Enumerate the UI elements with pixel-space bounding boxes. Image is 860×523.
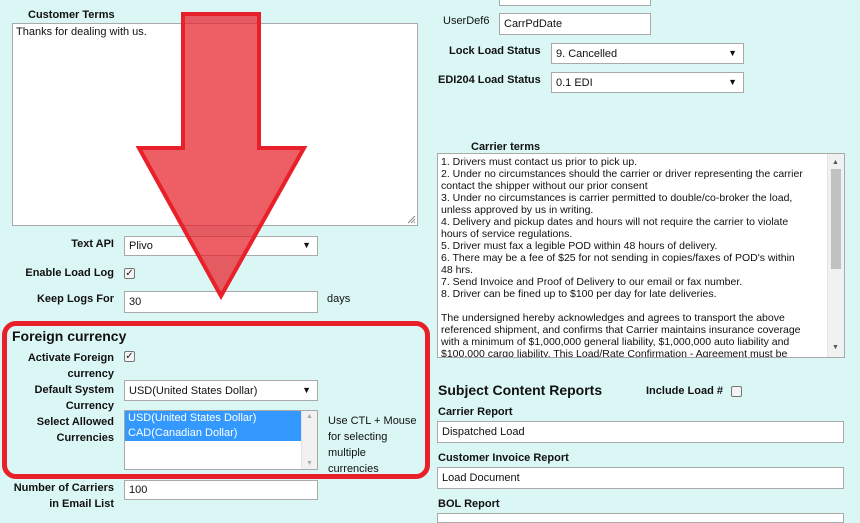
allowed-currencies-scrollbar[interactable]: ▲ ▼ <box>301 411 317 469</box>
carrier-terms-text: 1. Drivers must contact us prior to pick… <box>441 156 826 358</box>
default-system-currency-select[interactable]: USD(United States Dollar) ▼ <box>124 380 318 401</box>
include-load-label: Include Load # <box>646 385 724 397</box>
scroll-down-icon[interactable]: ▼ <box>832 342 839 354</box>
carrier-terms-line: contact the shipper without our prior co… <box>441 180 648 192</box>
lock-load-status-value: 9. Cancelled <box>556 48 618 60</box>
text-api-value: Plivo <box>129 240 153 252</box>
customer-terms-label: Customer Terms <box>28 9 115 21</box>
carrier-report-input[interactable]: Dispatched Load <box>437 421 844 443</box>
field-above-userdef6[interactable] <box>499 0 651 6</box>
enable-load-log-label: Enable Load Log <box>25 267 114 279</box>
currency-option-usd[interactable]: USD(United States Dollar) <box>125 411 301 426</box>
scrollbar-thumb[interactable] <box>831 169 841 269</box>
subject-content-reports-title: Subject Content Reports <box>438 382 603 398</box>
chevron-down-icon: ▼ <box>302 385 311 395</box>
currency-hint-text: Use CTL + Mouse for selecting multiple c… <box>328 415 417 475</box>
include-load-checkbox[interactable] <box>731 386 742 397</box>
edi204-load-status-select[interactable]: 0.1 EDI ▼ <box>551 72 744 93</box>
keep-logs-for-unit: days <box>327 293 351 305</box>
carrier-terms-line: referenced shipment, and confirms that C… <box>441 324 801 336</box>
carrier-terms-line: 3. Under no circumstances is carrier per… <box>441 192 793 204</box>
text-api-select[interactable]: Plivo ▼ <box>124 236 318 256</box>
text-api-label: Text API <box>71 238 114 250</box>
edi204-load-status-label: EDI204 Load Status <box>438 74 541 86</box>
carrier-report-label: Carrier Report <box>438 406 513 418</box>
carrier-terms-label: Carrier terms <box>471 141 541 153</box>
carrier-terms-line: 4. Delivery and pickup dates and hours w… <box>441 216 789 228</box>
carrier-terms-line: with a minimum of $1,000,000 general lia… <box>441 336 790 348</box>
select-allowed-currencies-label: Select Allowed Currencies <box>36 416 114 444</box>
keep-logs-for-input[interactable]: 30 <box>124 291 318 313</box>
carrier-terms-line: 2. Under no circumstances should the car… <box>441 168 803 180</box>
carrier-terms-line: 8. Driver can be fined up to $100 per da… <box>441 288 717 300</box>
default-system-currency-value: USD(United States Dollar) <box>129 385 258 397</box>
bol-report-input[interactable] <box>437 513 844 523</box>
carrier-terms-textarea[interactable]: 1. Drivers must contact us prior to pick… <box>437 153 845 358</box>
resize-grip-icon[interactable] <box>407 215 416 224</box>
carrier-terms-line: 1. Drivers must contact us prior to pick… <box>441 156 638 168</box>
chevron-down-icon: ▼ <box>728 77 737 87</box>
chevron-down-icon: ▼ <box>302 240 311 250</box>
carrier-terms-line: The undersigned hereby acknowledges and … <box>441 312 785 324</box>
keep-logs-for-label: Keep Logs For <box>36 293 114 305</box>
scroll-up-icon[interactable]: ▲ <box>832 157 839 169</box>
activate-foreign-currency-label: Activate Foreign currency <box>27 352 114 380</box>
customer-terms-textarea[interactable]: Thanks for dealing with us. <box>12 23 418 226</box>
lock-load-status-select[interactable]: 9. Cancelled ▼ <box>551 43 744 64</box>
carrier-terms-line: $100,000 cargo liability. This Load/Rate… <box>441 348 788 358</box>
customer-invoice-report-label: Customer Invoice Report <box>438 452 569 464</box>
carrier-terms-line: 5. Driver must fax a legible POD within … <box>441 240 718 252</box>
carrier-terms-line: hours of service regulations. <box>441 228 573 240</box>
enable-load-log-checkbox[interactable]: ✓ <box>124 268 135 279</box>
scroll-up-icon[interactable]: ▲ <box>306 413 313 420</box>
bol-report-label: BOL Report <box>438 498 500 510</box>
lock-load-status-label: Lock Load Status <box>449 45 541 57</box>
carrier-terms-line: 6. There may be a fee of $25 for not sen… <box>441 252 795 264</box>
allowed-currencies-listbox[interactable]: USD(United States Dollar) CAD(Canadian D… <box>124 410 318 470</box>
foreign-currency-title: Foreign currency <box>12 328 127 344</box>
carrier-terms-line: 48 hrs. <box>441 264 474 276</box>
chevron-down-icon: ▼ <box>728 48 737 58</box>
carrier-terms-line: unless approved by us in writing. <box>441 204 594 216</box>
scroll-down-icon[interactable]: ▼ <box>306 460 313 467</box>
customer-terms-text: Thanks for dealing with us. <box>16 26 147 38</box>
carrier-terms-line: 7. Send Invoice and Proof of Delivery to… <box>441 276 743 288</box>
number-of-carriers-input[interactable]: 100 <box>124 480 318 500</box>
default-system-currency-label: Default System Currency <box>34 384 114 412</box>
carrier-terms-line <box>441 300 826 312</box>
edi204-load-status-value: 0.1 EDI <box>556 77 593 89</box>
userdef6-label: UserDef6 <box>443 15 490 27</box>
carrier-terms-scrollbar[interactable]: ▲ ▼ <box>827 154 844 357</box>
number-of-carriers-label: Number of Carriers in Email List <box>13 482 114 510</box>
currency-option-cad[interactable]: CAD(Canadian Dollar) <box>125 426 301 441</box>
userdef6-input[interactable]: CarrPdDate <box>499 13 651 35</box>
activate-foreign-currency-checkbox[interactable]: ✓ <box>124 351 135 362</box>
customer-invoice-report-input[interactable]: Load Document <box>437 467 844 489</box>
